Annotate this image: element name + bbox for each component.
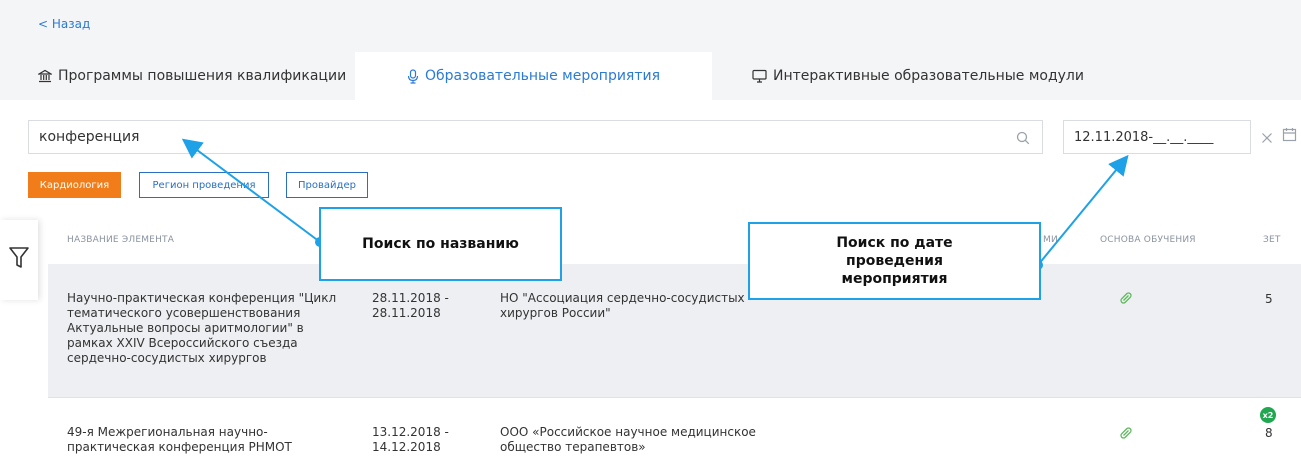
microphone-icon: [407, 68, 419, 84]
pill-icon: [1118, 425, 1134, 445]
tab-modules[interactable]: Интерактивные образовательные модули: [752, 52, 1084, 100]
row-2-name: 49-я Межрегиональная научно-практическая…: [67, 425, 292, 454]
row-1-dates: 28.11.2018 - 28.11.2018: [372, 291, 449, 320]
filter-button[interactable]: [0, 220, 38, 300]
zet-multiplier-badge: x2: [1260, 407, 1276, 423]
callout-search: Поиск по названию: [319, 207, 562, 281]
header-name[interactable]: НАЗВАНИЕ ЭЛЕМЕНТА: [67, 235, 174, 245]
header-partial[interactable]: МИ: [1043, 235, 1058, 245]
pill-icon: [1118, 290, 1134, 310]
callout-date: Поиск по дате проведения мероприятия: [748, 222, 1041, 300]
tab-modules-label: Интерактивные образовательные модули: [773, 68, 1084, 84]
search-input[interactable]: [39, 121, 999, 153]
tab-events[interactable]: Образовательные мероприятия: [355, 52, 712, 100]
tab-events-label: Образовательные мероприятия: [424, 68, 661, 84]
filter-icon: [8, 246, 30, 274]
row-1-name: Научно-практическая конференция "Цикл те…: [67, 291, 337, 365]
back-link[interactable]: < Назад: [38, 17, 90, 31]
row-1-provider: НО "Ассоциация сердечно-сосудистых хирур…: [500, 291, 745, 320]
row-2-dates: 13.12.2018 - 14.12.2018: [372, 425, 449, 454]
chip-provider[interactable]: Провайдер: [286, 172, 368, 198]
calendar-icon[interactable]: [1282, 127, 1297, 146]
header-zet[interactable]: ЗЕТ: [1263, 235, 1281, 245]
chip-cardiology[interactable]: Кардиология: [28, 172, 121, 198]
callout-date-text: Поиск по дате проведения мероприятия: [836, 235, 953, 287]
row-1-zet: 5: [1265, 292, 1273, 306]
search-box: [28, 120, 1043, 154]
tab-programs[interactable]: Программы повышения квалификации: [38, 52, 346, 100]
chip-region[interactable]: Регион проведения: [139, 172, 269, 198]
search-icon[interactable]: [1016, 130, 1030, 149]
date-range-field: [1063, 120, 1251, 154]
row-2-provider: ООО «Российское научное медицинское обще…: [500, 425, 756, 454]
row-2-zet: 8: [1265, 426, 1273, 440]
tab-programs-label: Программы повышения квалификации: [58, 68, 347, 84]
date-range-input[interactable]: [1074, 121, 1244, 153]
monitor-icon: [752, 69, 767, 83]
close-icon[interactable]: [1261, 129, 1273, 148]
header-basis[interactable]: ОСНОВА ОБУЧЕНИЯ: [1100, 235, 1196, 245]
bank-icon: [38, 69, 52, 83]
